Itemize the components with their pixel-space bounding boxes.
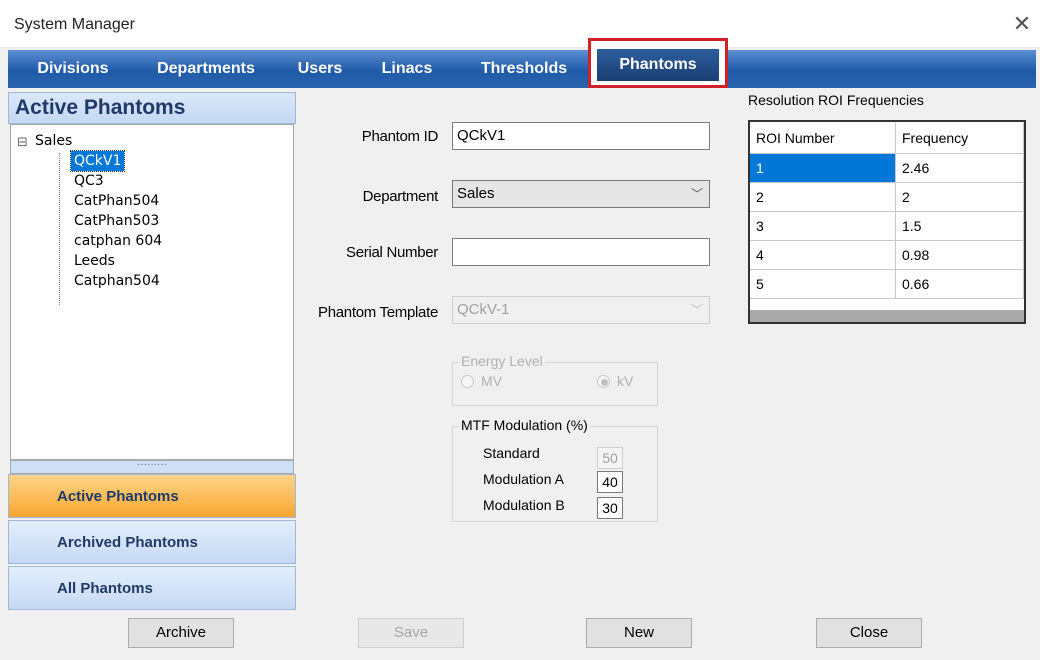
tree-node[interactable]: CatPhan503 [71,211,162,231]
serial-number-field[interactable] [452,238,710,266]
table-cell-roi[interactable]: 5 [750,270,896,299]
new-button[interactable]: New [586,618,692,648]
radio-kv [597,375,610,388]
radio-mv [461,375,474,388]
nav-label: Archived Phantoms [57,534,198,551]
tree-node[interactable]: catphan 604 [71,231,165,251]
nav-label: All Phantoms [57,580,153,597]
tab-linacs[interactable]: Linacs [370,50,444,88]
phantom-id-field[interactable]: QCkV1 [452,122,710,150]
roi-frequency-grid[interactable]: ROI Number Frequency 1 2.46 2 2 3 1.5 4 … [748,120,1026,324]
panel-header: Active Phantoms [8,92,296,124]
nav-label: Active Phantoms [57,488,179,505]
panel-header-title: Active Phantoms [15,96,186,119]
roi-grid-title: Resolution ROI Frequencies [748,92,924,108]
tab-phantoms[interactable]: Phantoms [597,49,719,81]
nav-archived-phantoms[interactable]: Archived Phantoms [8,520,296,564]
tab-departments[interactable]: Departments [136,50,276,88]
phantom-tree[interactable]: ⊟ Sales QCkV1 QC3 CatPhan504 CatPhan503 … [10,124,294,460]
tab-phantoms-highlight: Phantoms [588,38,728,88]
tree-node[interactable]: QCkV1 [69,150,126,172]
tree-node[interactable]: CatPhan504 [71,191,162,211]
save-button: Save [358,618,464,648]
modulation-b-label: Modulation B [483,497,565,513]
window-title: System Manager [14,16,135,33]
radio-mv-label: MV [481,373,502,389]
tab-users[interactable]: Users [288,50,352,88]
table-cell-frequency[interactable]: 2.46 [896,154,1024,183]
tab-thresholds[interactable]: Thresholds [464,50,584,88]
radio-kv-label: kV [617,373,634,389]
tab-strip: Divisions Departments Users Linacs Thres… [8,38,1036,88]
department-label: Department [362,188,439,205]
mtf-title: MTF Modulation (%) [459,417,590,433]
table-cell-frequency[interactable]: 2 [896,183,1024,212]
modulation-a-label: Modulation A [483,471,564,487]
table-cell-frequency[interactable]: 1.5 [896,212,1024,241]
tab-divisions[interactable]: Divisions [18,50,128,88]
energy-level-title: Energy Level [459,353,545,369]
energy-level-group: Energy Level MV kV [452,353,658,406]
collapse-icon[interactable]: ⊟ [17,135,28,150]
tree-node[interactable]: Catphan504 [71,271,163,291]
phantom-template-label: Phantom Template [318,304,438,321]
chevron-down-icon: ﹀ [690,187,703,201]
column-header-frequency[interactable]: Frequency [896,122,1024,154]
serial-number-label: Serial Number [346,244,438,261]
table-cell-roi[interactable]: 3 [750,212,896,241]
column-header-roi[interactable]: ROI Number [750,122,896,154]
archive-button[interactable]: Archive [128,618,234,648]
table-cell-roi[interactable]: 4 [750,241,896,270]
tree-root-sales[interactable]: Sales [35,133,72,149]
nav-all-phantoms[interactable]: All Phantoms [8,566,296,610]
grid-scroll-area [750,310,1024,322]
tree-connector [59,153,60,305]
tree-node[interactable]: QC3 [71,171,107,191]
department-value: Sales [457,185,495,202]
standard-label: Standard [483,445,540,461]
nav-active-phantoms[interactable]: Active Phantoms [8,474,296,518]
close-icon[interactable]: ✕ [1006,8,1038,40]
phantom-id-label: Phantom ID [361,128,439,145]
title-bar [0,0,1040,48]
phantom-template-select: QCkV-1 ﹀ [452,296,710,324]
close-button[interactable]: Close [816,618,922,648]
chevron-down-icon: ﹀ [690,303,703,317]
modulation-a-field[interactable]: 40 [597,471,623,493]
panel-splitter[interactable]: ········· [10,460,294,474]
table-cell-frequency[interactable]: 0.66 [896,270,1024,299]
standard-value: 50 [597,447,623,469]
radio-dot [601,379,608,386]
tree-node[interactable]: Leeds [71,251,118,271]
department-select[interactable]: Sales ﹀ [452,180,710,208]
template-value: QCkV-1 [457,301,510,318]
table-cell-roi[interactable]: 2 [750,183,896,212]
table-cell-roi[interactable]: 1 [750,154,896,183]
mtf-modulation-group: MTF Modulation (%) Standard 50 Modulatio… [452,417,658,522]
table-cell-frequency[interactable]: 0.98 [896,241,1024,270]
modulation-b-field[interactable]: 30 [597,497,623,519]
